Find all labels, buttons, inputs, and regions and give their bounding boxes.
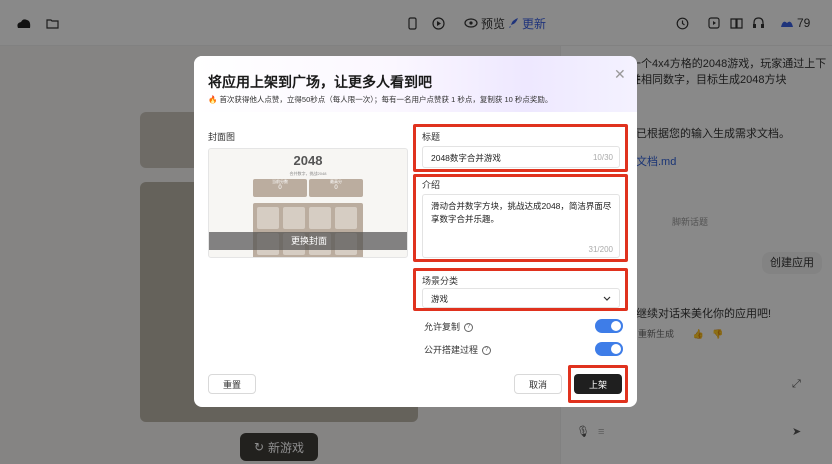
cover-cell: [309, 207, 331, 229]
allow-copy-row: 允许复制?: [424, 320, 474, 333]
dialog-subtitle-text: 首次获得他人点赞，立得50秒点（每人限一次）；每有一名用户点赞获 1 秒点，复制…: [219, 95, 553, 104]
cover-score-box: 当前分数 0: [253, 179, 307, 197]
help-icon[interactable]: ?: [464, 323, 474, 333]
cover-game-subtitle: 合并数字，挑战2048: [289, 171, 327, 176]
cover-image[interactable]: 2048 合并数字，挑战2048 当前分数 0 最高分 0 更换封面: [208, 148, 408, 258]
category-value: 游戏: [431, 294, 449, 304]
help-icon[interactable]: ?: [482, 346, 492, 356]
publish-button[interactable]: 上架: [574, 374, 622, 394]
allow-copy-label: 允许复制: [424, 322, 461, 332]
dialog-title: 将应用上架到广场，让更多人看到吧: [208, 74, 432, 90]
cover-best-box: 最高分 0: [309, 179, 363, 197]
cover-cell: [335, 207, 357, 229]
title-counter: 10/30: [592, 153, 613, 162]
cover-game-title: 2048: [293, 153, 323, 168]
publish-dialog: 将应用上架到广场，让更多人看到吧 🔥 首次获得他人点赞，立得50秒点（每人限一次…: [194, 56, 637, 407]
public-build-label: 公开搭建过程: [424, 345, 479, 355]
public-build-toggle[interactable]: [595, 342, 623, 356]
intro-counter: 31/200: [588, 245, 613, 254]
chevron-down-icon: [603, 296, 611, 301]
reset-button[interactable]: 重置: [208, 374, 256, 394]
intro-textarea-value: 滑动合并数字方块，挑战达成2048，简洁界面尽享数字合并乐趣。: [431, 201, 612, 224]
cover-score-value: 0: [278, 185, 282, 191]
cancel-button[interactable]: 取消: [514, 374, 562, 394]
cover-best-value: 0: [334, 185, 338, 191]
category-select[interactable]: 游戏: [422, 288, 620, 308]
title-input[interactable]: 2048数字合并游戏 10/30: [422, 146, 620, 168]
fire-icon: 🔥: [208, 95, 218, 104]
title-input-value: 2048数字合并游戏: [431, 153, 501, 163]
dialog-subtitle: 🔥 首次获得他人点赞，立得50秒点（每人限一次）；每有一名用户点赞获 1 秒点，…: [208, 94, 552, 105]
public-build-row: 公开搭建过程?: [424, 343, 492, 356]
close-icon[interactable]: ✕: [614, 66, 626, 83]
category-field-label: 场景分类: [422, 276, 459, 286]
allow-copy-toggle[interactable]: [595, 319, 623, 333]
intro-textarea[interactable]: 滑动合并数字方块，挑战达成2048，简洁界面尽享数字合并乐趣。 31/200: [422, 194, 620, 258]
change-cover-button[interactable]: 更换封面: [209, 232, 407, 250]
title-field-label: 标题: [422, 132, 441, 142]
intro-field-label: 介绍: [422, 180, 441, 190]
cover-cell: [257, 207, 279, 229]
cover-label: 封面图: [208, 132, 236, 142]
cover-cell: [283, 207, 305, 229]
